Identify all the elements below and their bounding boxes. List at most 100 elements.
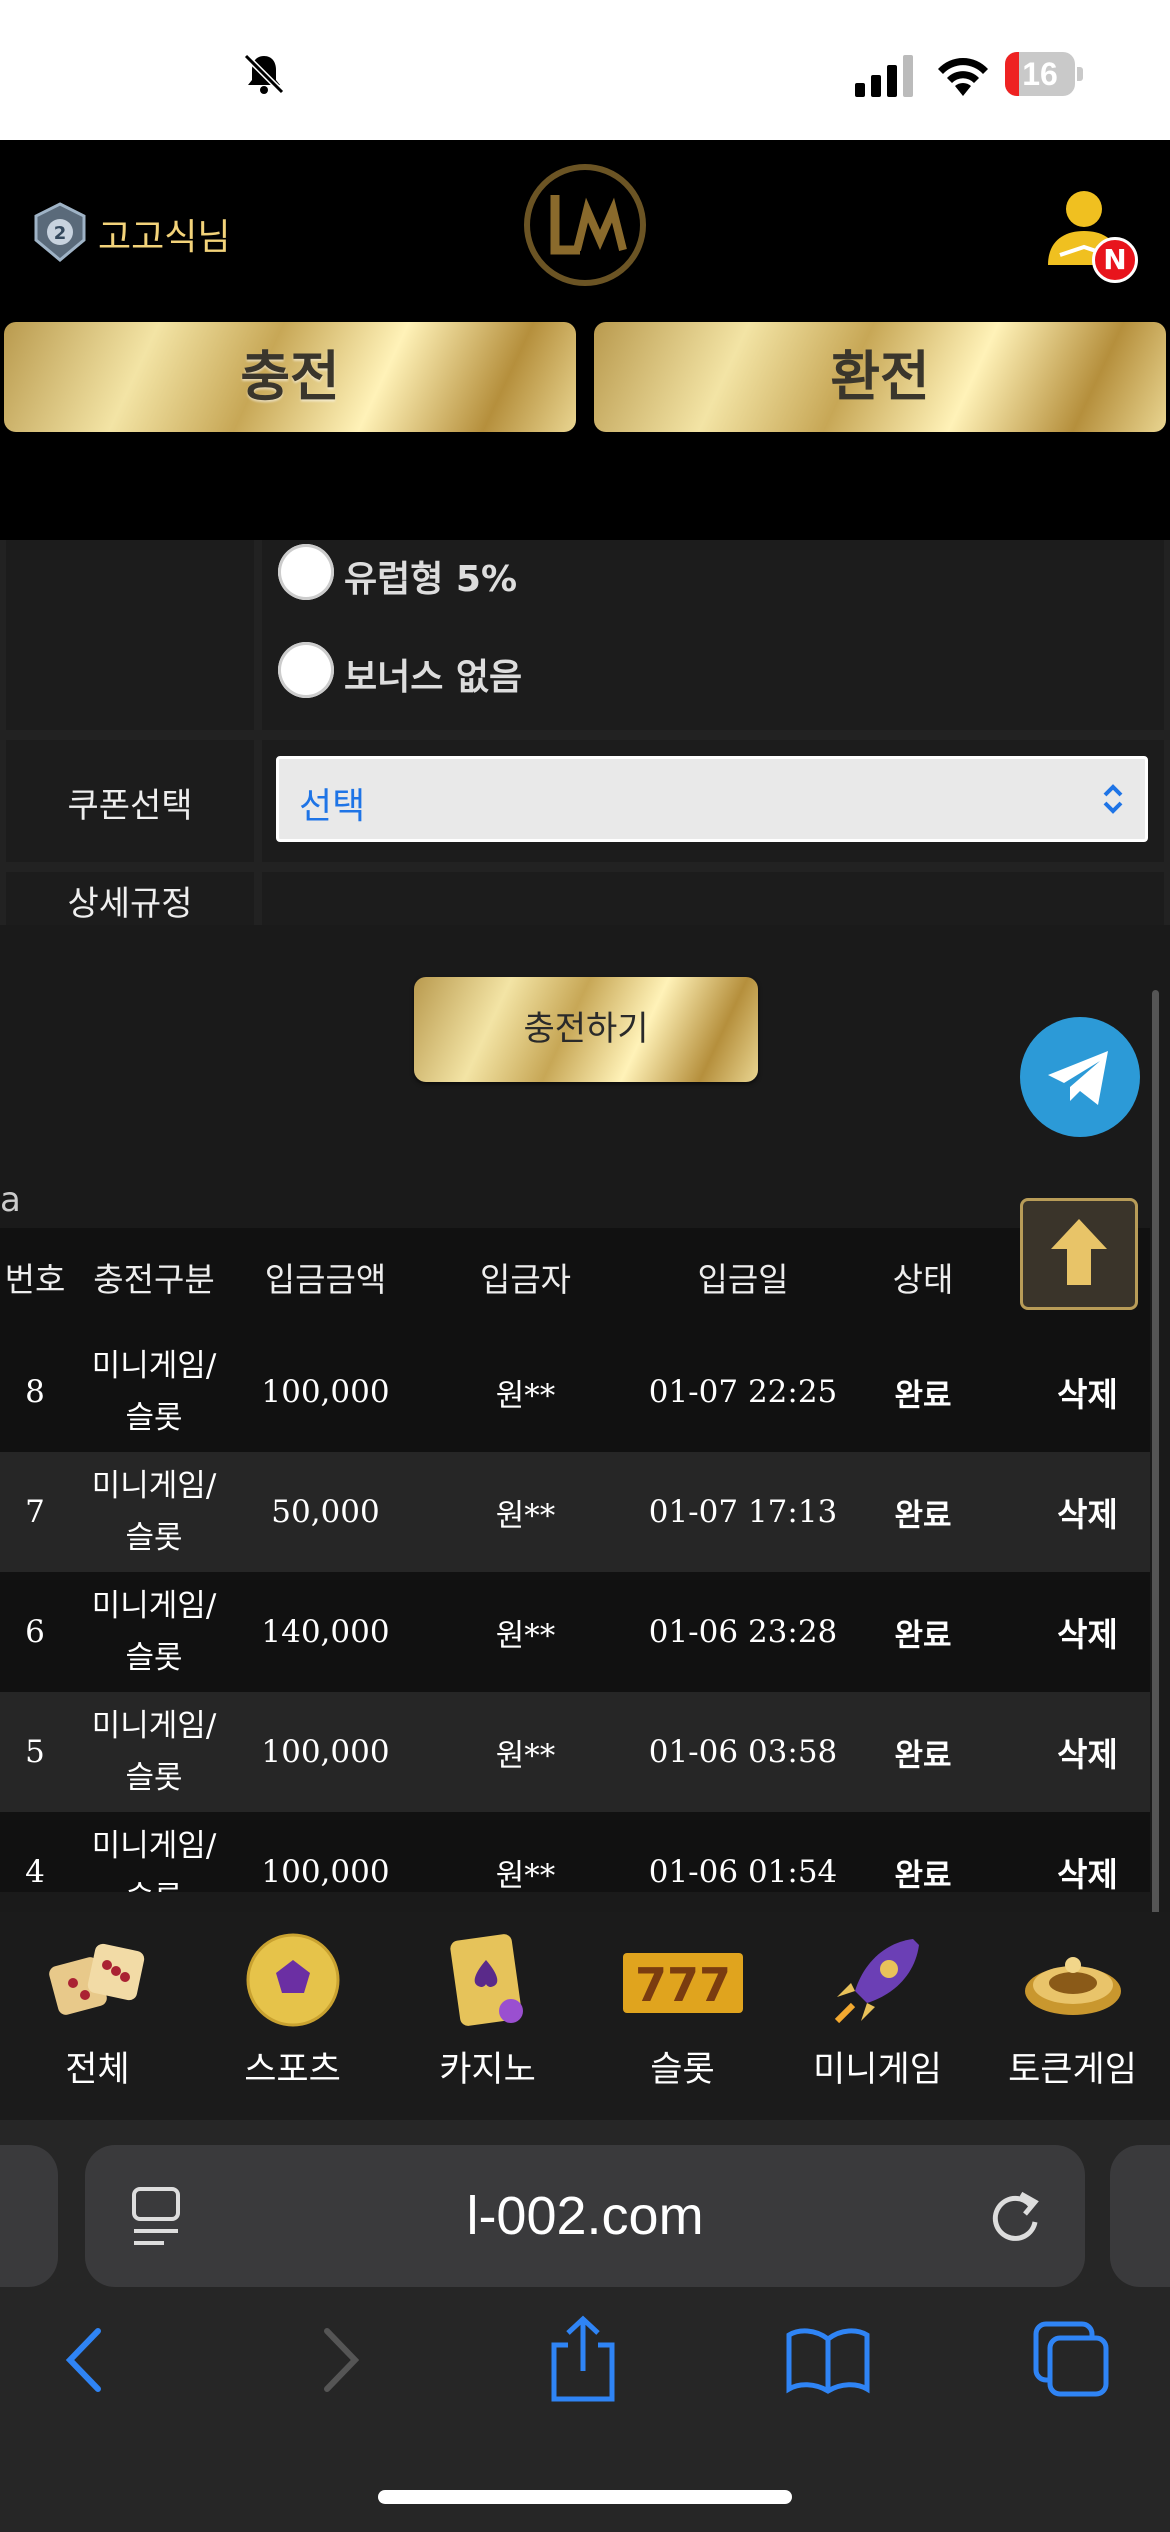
delete-button[interactable]: 삭제 (1000, 1692, 1170, 1812)
category-minigame[interactable]: 미니게임 (780, 1925, 975, 2105)
cell-no: 5 (25, 1734, 45, 1770)
bonus-radio-none[interactable] (278, 642, 334, 698)
scroll-top-button[interactable] (1020, 1198, 1138, 1310)
coupon-select[interactable]: 선택 (276, 756, 1148, 842)
form-label-cell (6, 540, 254, 730)
coupon-select-value: 선택 (299, 786, 366, 827)
rocket-icon (834, 1939, 919, 2024)
select-chevron-icon (1103, 784, 1123, 814)
delete-button[interactable]: 삭제 (1000, 1332, 1170, 1452)
next-tab-pill[interactable] (1110, 2145, 1170, 2287)
cell-depositor: 원** (495, 1497, 556, 1534)
bonus-option-label: 보너스 없음 (344, 657, 523, 698)
cell-depositor: 원** (495, 1377, 556, 1414)
svg-text:777: 777 (634, 1958, 730, 2012)
previous-tab-pill[interactable] (0, 2145, 58, 2287)
tabs-icon[interactable] (1032, 2320, 1112, 2400)
rank-badge-icon: 2 (34, 202, 86, 262)
category-label: 카지노 (439, 2050, 536, 2090)
category-all[interactable]: 전체 (0, 1925, 195, 2105)
cell-category: 미니게임/슬롯 (91, 1348, 217, 1436)
cell-no: 8 (25, 1374, 45, 1410)
cell-status: 완료 (894, 1497, 952, 1534)
url-text: l-002.com (466, 2186, 704, 2246)
delete-button[interactable]: 삭제 (1000, 1452, 1170, 1572)
arrow-up-icon (1051, 1219, 1107, 1285)
table-row: 5 미니게임/슬롯 100,000 원** 01-06 03:58 완료 삭제 (0, 1692, 1150, 1812)
cell-status: 완료 (894, 1737, 952, 1774)
svg-text:2: 2 (54, 223, 67, 244)
roulette-icon (1024, 1957, 1121, 2015)
cell-status: 완료 (894, 1377, 952, 1414)
table-caption: a (0, 1180, 21, 1220)
table-header: 번호 충전구분 입금금액 입금자 입금일 상태 (0, 1228, 1150, 1332)
category-label: 전체 (65, 2050, 130, 2090)
delete-button[interactable]: 삭제 (1000, 1812, 1150, 1892)
cell-amount: 100,000 (261, 1734, 390, 1770)
status-time: 10:46 (95, 43, 228, 101)
category-casino[interactable]: 카지노 (390, 1925, 585, 2105)
cell-date: 01-06 23:28 (648, 1614, 838, 1650)
back-icon[interactable] (60, 2325, 110, 2395)
telegram-icon (1048, 1051, 1108, 1105)
cell-no: 6 (25, 1614, 45, 1650)
rules-content-cell (262, 872, 1164, 925)
table-row: 6 미니게임/슬롯 140,000 원** 01-06 23:28 완료 삭제 (0, 1572, 1150, 1692)
profile-button[interactable]: N (1040, 185, 1140, 285)
cell-amount: 100,000 (261, 1854, 390, 1890)
notification-badge: N (1092, 237, 1138, 283)
page-menu-icon[interactable] (130, 2185, 186, 2247)
column-header: 번호 (4, 1260, 66, 1299)
coupon-label: 쿠폰선택 (67, 786, 193, 826)
home-indicator (378, 2490, 792, 2504)
cell-no: 4 (25, 1854, 45, 1890)
cell-category: 미니게임/슬롯 (91, 1468, 217, 1556)
cell-status: 완료 (894, 1857, 952, 1893)
cell-date: 01-06 01:54 (648, 1854, 838, 1890)
category-label: 스포츠 (244, 2050, 341, 2090)
forward-icon[interactable] (315, 2325, 365, 2395)
category-label: 슬롯 (650, 2050, 715, 2090)
bell-muted-icon (243, 53, 285, 95)
slot-777-icon: 777 (622, 1953, 743, 2013)
cell-date: 01-07 17:13 (648, 1494, 838, 1530)
battery-icon: 16 (1005, 52, 1083, 98)
cell-depositor: 원** (495, 1617, 556, 1654)
rules-label: 상세규정 (67, 884, 193, 924)
table-row: 7 미니게임/슬롯 50,000 원** 01-07 17:13 완료 삭제 (0, 1452, 1150, 1572)
dice-icon (48, 1943, 144, 2015)
charge-submit-button[interactable]: 충전하기 (414, 977, 758, 1082)
share-icon[interactable] (548, 2315, 618, 2403)
withdraw-tab-button[interactable]: 환전 (594, 322, 1166, 432)
category-token-game[interactable]: 토큰게임 (975, 1925, 1170, 2105)
deposit-tab-button[interactable]: 충전 (4, 322, 576, 432)
cell-status: 완료 (894, 1617, 952, 1654)
cell-date: 01-07 22:25 (648, 1374, 838, 1410)
column-header: 입금금액 (264, 1260, 387, 1299)
soccer-ball-icon (246, 1933, 339, 2027)
telegram-button[interactable] (1020, 1017, 1140, 1137)
notification-badge-text: N (1103, 243, 1127, 276)
category-label: 미니게임 (813, 2050, 942, 2090)
cell-category: 미니게임/슬롯 (91, 1828, 217, 1892)
cell-depositor: 원** (495, 1857, 556, 1893)
bookmarks-icon[interactable] (785, 2325, 871, 2395)
category-slot[interactable]: 777 슬롯 (585, 1925, 780, 2105)
cell-no: 7 (25, 1494, 45, 1530)
cell-category: 미니게임/슬롯 (91, 1708, 217, 1796)
cell-category: 미니게임/슬롯 (91, 1588, 217, 1676)
scrollbar[interactable] (1152, 990, 1159, 1930)
bonus-radio-euro[interactable] (278, 544, 334, 600)
delete-button[interactable]: 삭제 (1000, 1572, 1170, 1692)
cell-amount: 100,000 (261, 1374, 390, 1410)
category-label: 토큰게임 (1008, 2050, 1137, 2090)
cell-amount: 50,000 (271, 1494, 380, 1530)
cell-date: 01-06 03:58 (648, 1734, 838, 1770)
category-sports[interactable]: 스포츠 (195, 1925, 390, 2105)
cell-depositor: 원** (495, 1737, 556, 1774)
username[interactable]: 고고식님 (98, 208, 230, 260)
reload-icon[interactable] (985, 2182, 1045, 2248)
playing-card-icon (449, 1934, 523, 2026)
column-header: 상태 (892, 1260, 954, 1299)
lim-logo-icon[interactable] (515, 155, 655, 295)
